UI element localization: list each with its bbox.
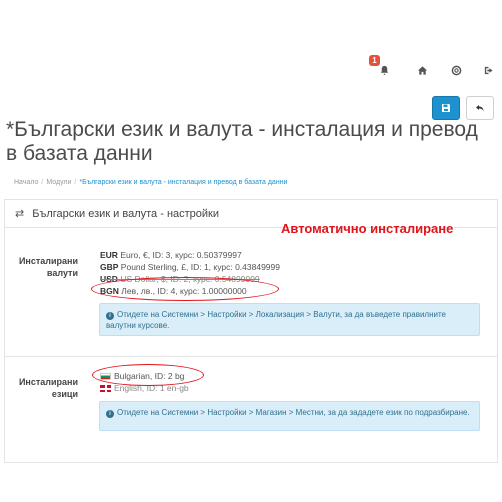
languages-info-alert: i Отидете на Системни > Настройки > Магаз… (99, 401, 480, 431)
exchange-icon: ⇄ (15, 208, 25, 220)
highlight-circle-bgn (91, 277, 279, 301)
back-icon (476, 105, 484, 112)
page-actions (432, 96, 494, 120)
info-icon: i (106, 312, 114, 320)
panel-bottom-rule (4, 462, 498, 463)
save-icon (442, 104, 450, 112)
home-button[interactable] (412, 60, 432, 80)
row-divider (4, 356, 498, 357)
breadcrumb-current[interactable]: *Български език и валута - инсталация и … (79, 179, 287, 186)
currency-item: GBP Pound Sterling, £, ID: 1, курс: 0.43… (100, 262, 280, 272)
currency-item: EUR Euro, €, ID: 3, курс: 0.50379997 (100, 250, 242, 260)
logout-button[interactable] (478, 60, 498, 80)
breadcrumb-modules[interactable]: Модули (46, 179, 71, 186)
back-button[interactable] (466, 96, 494, 120)
top-navbar: 1 (0, 52, 502, 90)
languages-label: Инсталирани езици (18, 377, 78, 399)
sign-out-icon (484, 66, 493, 74)
home-icon (417, 65, 427, 75)
help-button[interactable] (446, 60, 466, 80)
info-icon: i (106, 410, 114, 418)
panel-title: Български език и валута - настройки (32, 207, 220, 220)
notification-badge: 1 (369, 55, 380, 66)
notifications-button[interactable]: 1 (369, 55, 394, 80)
bell-icon (380, 65, 388, 75)
annotation-auto-install: Автоматично инсталиране (281, 221, 454, 236)
uk-flag-icon (100, 385, 111, 392)
currencies-info-alert: i Отидете на Системни > Настройки > Локал… (99, 303, 480, 336)
currencies-label: Инсталирани валути (18, 256, 78, 278)
breadcrumb-home[interactable]: Начало (14, 179, 38, 186)
page-title: *Български език и валута - инсталация и … (6, 118, 478, 165)
lifebuoy-icon (451, 65, 461, 75)
breadcrumb: Начало / Модули / *Български език и валута -… (14, 179, 288, 186)
save-button[interactable] (432, 96, 460, 120)
highlight-circle-bulgarian (92, 364, 204, 386)
